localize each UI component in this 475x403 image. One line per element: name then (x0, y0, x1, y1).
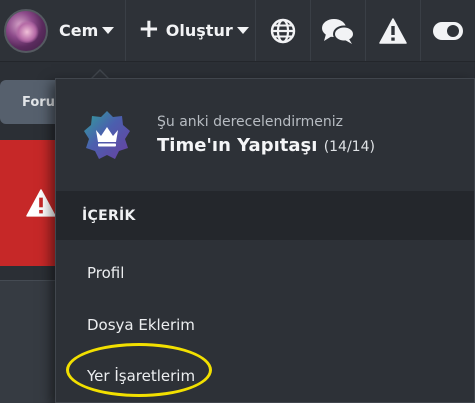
account-dropdown: Şu anki derecelendirmeniz Time'ın Yapıta… (55, 78, 475, 403)
style-toggle-button[interactable] (421, 0, 475, 61)
rank-name: Time'ın Yapıtaşı (157, 135, 318, 156)
warning-icon (26, 189, 56, 217)
forum-tab[interactable]: Foru (0, 80, 60, 124)
username-label: Cem (59, 21, 99, 40)
menu-item-label: Dosya Eklerim (87, 316, 195, 334)
menu-item-bookmarks[interactable]: Yer İşaretlerim (56, 350, 474, 402)
menu-item-label: Yer İşaretlerim (87, 367, 196, 385)
toggle-icon (433, 21, 463, 40)
globe-button[interactable] (256, 0, 311, 61)
menu-item-attachments[interactable]: Dosya Eklerim (56, 299, 474, 351)
plus-icon: + (138, 14, 160, 44)
top-navbar: Cem + Oluştur (0, 0, 475, 62)
rank-text: Şu anki derecelendirmeniz Time'ın Yapıta… (157, 114, 375, 156)
background-panel (0, 280, 60, 403)
rank-title: Time'ın Yapıtaşı (14/14) (157, 135, 375, 156)
user-menu-button[interactable]: Cem (0, 0, 126, 61)
chevron-down-icon (102, 27, 115, 34)
notice-banner (0, 140, 60, 266)
conversations-button[interactable] (311, 0, 366, 61)
menu-item-profile[interactable]: Profil (56, 247, 474, 299)
chevron-down-icon (236, 27, 249, 34)
rank-caption: Şu anki derecelendirmeniz (157, 114, 344, 130)
create-button[interactable]: + Oluştur (126, 0, 256, 61)
rank-block: Şu anki derecelendirmeniz Time'ın Yapıta… (56, 79, 474, 191)
create-label: Oluştur (165, 21, 233, 40)
globe-icon (270, 18, 296, 43)
crown-badge-icon (84, 111, 130, 159)
rank-count: (14/14) (323, 139, 375, 155)
warning-icon (379, 17, 407, 44)
menu-item-label: Profil (87, 264, 125, 282)
avatar[interactable] (4, 8, 48, 53)
alerts-button[interactable] (366, 0, 421, 61)
section-header-content: İÇERİK (56, 191, 474, 240)
forum-tab-label: Foru (22, 94, 55, 110)
chat-bubbles-icon (322, 18, 355, 44)
